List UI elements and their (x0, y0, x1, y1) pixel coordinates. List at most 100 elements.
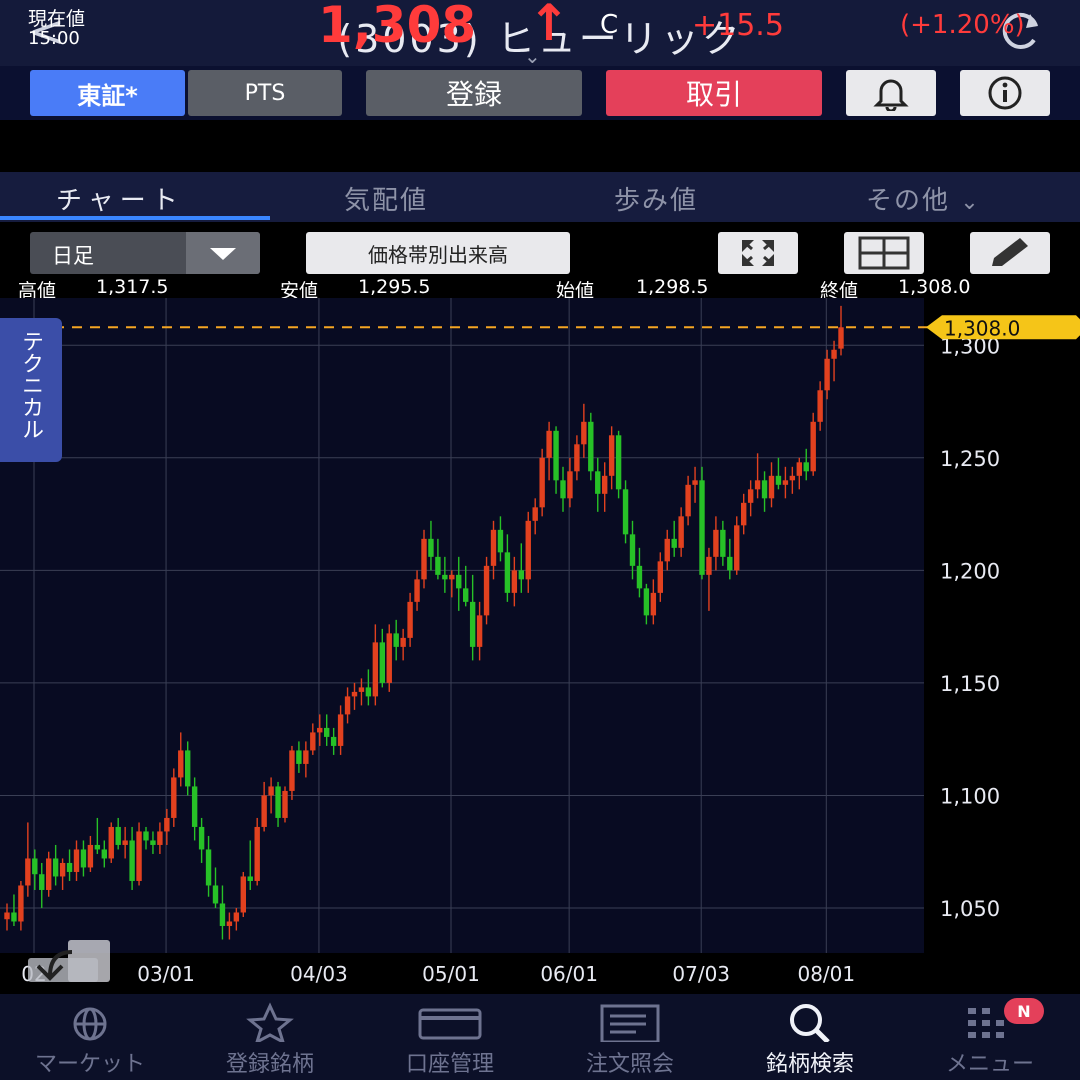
tab-board[interactable]: 気配値 (344, 180, 428, 217)
market-tse-button[interactable]: 東証* (30, 70, 185, 116)
register-button[interactable]: 登録 (366, 70, 582, 116)
x-tick-label: 03/01 (137, 962, 195, 986)
candle-body (796, 462, 802, 476)
candle-body (393, 633, 399, 647)
candle-body (330, 736, 337, 746)
dropdown-button[interactable] (186, 232, 260, 274)
nav-item-grid-menu[interactable]: メニュー (900, 994, 1080, 1080)
candle-body (456, 574, 462, 589)
candle-body (254, 826, 260, 881)
x-tick-label: 04/03 (290, 962, 348, 986)
close-flag: C (600, 10, 619, 40)
candle-body (324, 727, 330, 737)
candle-body (66, 862, 73, 872)
info-icon[interactable] (960, 70, 1050, 116)
nav-item-document[interactable]: 注文照会 (540, 994, 720, 1080)
candle-body (615, 435, 622, 490)
trade-button[interactable]: 取引 (606, 70, 822, 116)
pencil-icon[interactable] (970, 232, 1050, 274)
nav-item-star[interactable]: 登録銘柄 (180, 994, 360, 1080)
candle-body (567, 471, 573, 499)
candle-body (692, 480, 698, 485)
toolbar: 東証* PTS 登録 取引 (0, 66, 1080, 120)
candle-body (191, 786, 198, 827)
scroll-back-icon[interactable] (28, 940, 110, 982)
candle-body (247, 876, 253, 881)
candle-body (233, 912, 240, 922)
candle-body (581, 421, 587, 445)
candle-body (734, 525, 740, 571)
candle-body (838, 327, 844, 349)
nav-label: 口座管理 (405, 1052, 494, 1077)
candle-body (39, 874, 45, 890)
candle-body (32, 858, 38, 875)
candle-body (602, 475, 608, 494)
candlestick-chart[interactable]: 1,0501,1001,1501,2001,2501,3000203/0104/… (0, 298, 1080, 992)
candle-body (629, 534, 636, 566)
up-arrow-icon: ↑ (528, 0, 570, 52)
candle-body (143, 831, 149, 841)
candle-body (643, 588, 650, 616)
candle-body (678, 516, 684, 548)
candle-body (490, 529, 497, 566)
tab-chart[interactable]: チャート (56, 180, 184, 217)
candle-body (178, 750, 184, 778)
y-tick-label: 1,150 (940, 672, 1000, 696)
low-value: 1,295.5 (358, 276, 431, 298)
candle-body (532, 507, 538, 521)
candle-body (289, 750, 295, 791)
market-pts-button[interactable]: PTS (188, 70, 342, 116)
candle-body (588, 421, 594, 472)
candle-body (73, 849, 80, 872)
candle-body (727, 556, 733, 571)
candle-body (504, 552, 511, 593)
candle-body (129, 840, 135, 881)
candle-body (240, 876, 246, 913)
chevron-down-icon: ⌄ (960, 190, 981, 215)
candle-body (365, 687, 372, 697)
y-tick-label: 1,050 (940, 897, 1000, 921)
candle-body (414, 579, 420, 602)
candle-body (463, 588, 469, 602)
candle-body (671, 538, 677, 548)
candle-body (817, 390, 823, 422)
nav-item-search[interactable]: 銘柄検索 (720, 994, 900, 1080)
bell-icon[interactable] (846, 70, 936, 116)
tab-other-label: その他 (866, 186, 951, 216)
candle-body (101, 849, 107, 859)
nav-item-globe[interactable]: マーケット (0, 994, 180, 1080)
candle-body (741, 502, 747, 526)
candle-body (400, 637, 406, 647)
price-change: +15.5 (692, 8, 784, 43)
y-tick-label: 1,200 (940, 559, 1000, 583)
candle-body (198, 826, 205, 850)
nav-item-card[interactable]: 口座管理 (360, 994, 540, 1080)
candle-body (275, 786, 281, 818)
candle-body (268, 786, 274, 796)
last-price-label: 1,308.0 (944, 316, 1020, 340)
quote-time: 15:00 (28, 28, 80, 49)
candle-body (421, 538, 427, 580)
tab-ticks[interactable]: 歩み値 (614, 180, 698, 217)
nav-label: 銘柄検索 (765, 1052, 854, 1077)
volume-profile-button[interactable]: 価格帯別出来高 (306, 232, 570, 274)
current-price-label: 現在値 (28, 8, 86, 30)
candle-body (372, 642, 379, 697)
candle-body (18, 885, 24, 922)
tab-other[interactable]: その他 ⌄ (866, 180, 981, 217)
quote-row (0, 120, 1080, 172)
period-value: 日足 (52, 244, 94, 268)
open-value: 1,298.5 (636, 276, 709, 298)
nav-label: メニュー (945, 1052, 1034, 1077)
candle-body (219, 903, 226, 926)
layout-grid-icon[interactable] (844, 232, 924, 274)
candle-body (747, 489, 754, 503)
candle-body (560, 480, 566, 499)
candle-body (296, 750, 302, 764)
candle-body (539, 457, 545, 508)
candle-body (831, 349, 837, 359)
candle-body (310, 732, 316, 751)
candle-body (574, 444, 580, 472)
expand-icon[interactable] (718, 232, 798, 274)
candle-body (699, 480, 705, 575)
